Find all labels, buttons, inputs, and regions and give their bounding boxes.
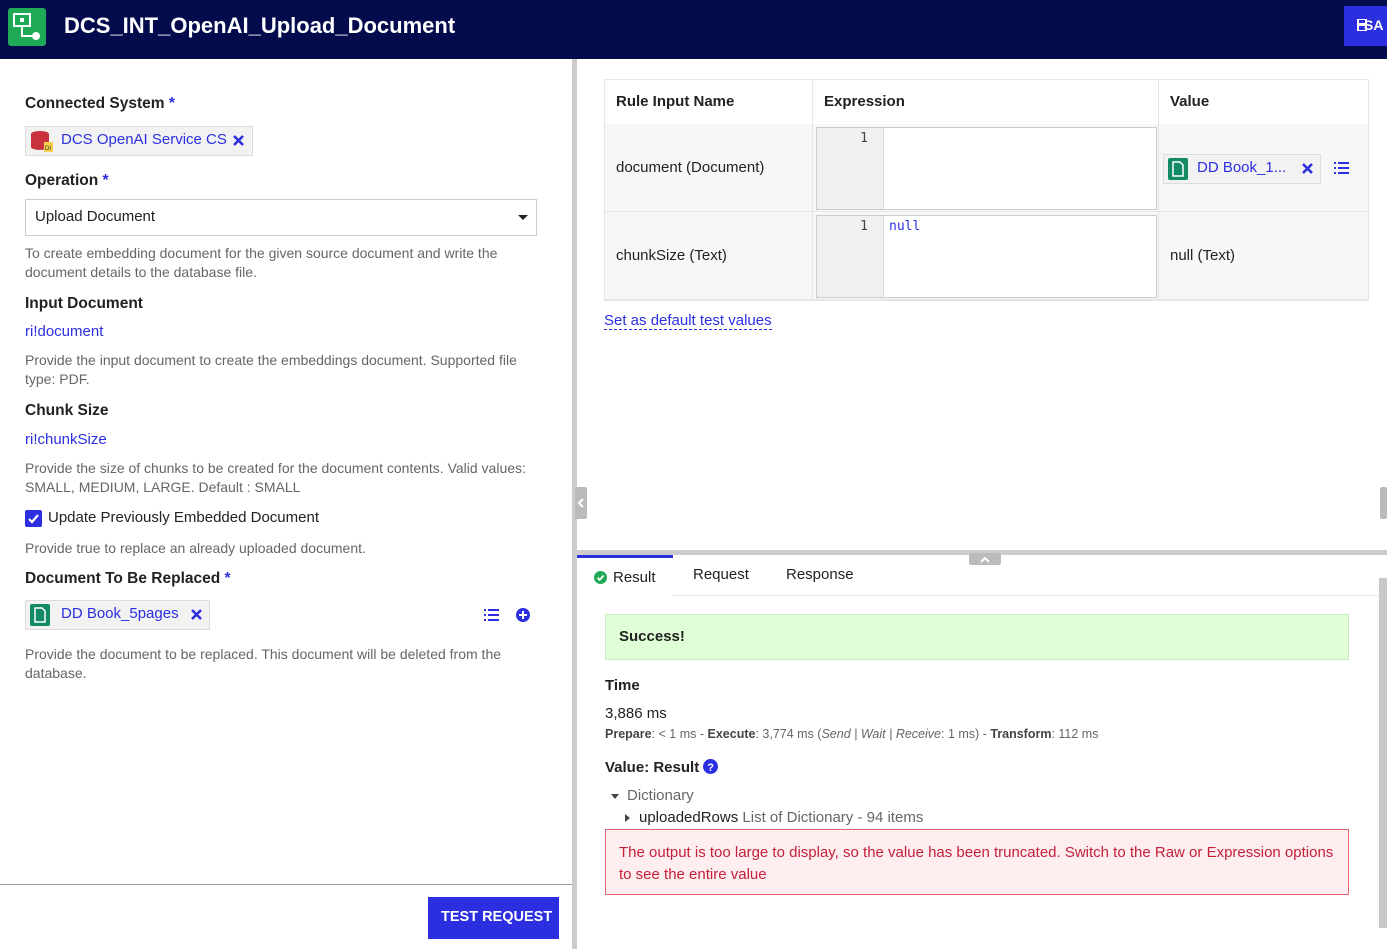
remove-icon[interactable] [1302, 163, 1313, 174]
column-header: Rule Input Name [605, 80, 813, 125]
result-tabs: Result Request Response [577, 555, 1387, 598]
input-document-link[interactable]: ri!document [25, 323, 103, 340]
set-default-test-values-link[interactable]: Set as default test values [604, 312, 772, 330]
remove-icon[interactable] [191, 609, 202, 620]
tree-child[interactable]: uploadedRows List of Dictionary - 94 ite… [625, 809, 923, 826]
success-banner: Success! [605, 614, 1349, 660]
connected-system-chip[interactable]: DI DCS OpenAI Service CS [25, 126, 253, 156]
expression-editor[interactable]: 1 [816, 127, 1157, 210]
chunk-size-description: Provide the size of chunks to be created… [25, 460, 526, 495]
input-document-description: Provide the input document to create the… [25, 352, 517, 387]
tree-root[interactable]: Dictionary [611, 787, 694, 804]
column-header: Expression [813, 80, 1159, 125]
help-icon[interactable]: ? [703, 759, 719, 774]
connected-system-label: Connected System * [25, 95, 175, 112]
save-button[interactable]: SA [1344, 6, 1387, 46]
rule-input-name: document (Document) [616, 159, 765, 176]
tab-result[interactable]: Result [577, 555, 673, 598]
table-row: document (Document) 1 DD Book_1... [605, 124, 1368, 212]
check-circle-icon [594, 571, 607, 584]
expression-code: null [889, 219, 921, 234]
column-divider [812, 80, 813, 300]
page-title: DCS_INT_OpenAI_Upload_Document [64, 13, 456, 38]
update-previous-description: Provide true to replace an already uploa… [25, 540, 366, 556]
caret-down-icon [611, 793, 619, 799]
operation-description: To create embedding document for the giv… [25, 245, 498, 280]
svg-text:DI: DI [45, 146, 51, 152]
operation-label: Operation * [25, 172, 109, 189]
svg-text:?: ? [708, 762, 715, 774]
expand-right-handle[interactable] [1380, 487, 1387, 519]
list-icon[interactable] [1334, 162, 1349, 174]
tab-request[interactable]: Request [673, 555, 769, 595]
doc-to-replace-label: Document To Be Replaced * [25, 570, 231, 587]
scrollbar[interactable] [1379, 578, 1387, 928]
arrow-left-icon [577, 498, 584, 508]
process-model-icon [8, 8, 46, 46]
doc-to-replace-description: Provide the document to be replaced. Thi… [25, 646, 502, 681]
document-icon [30, 604, 50, 626]
value-document-chip[interactable]: DD Book_1... [1163, 154, 1321, 184]
doc-to-replace-value: DD Book_5pages [61, 605, 179, 622]
document-icon [1168, 158, 1188, 180]
caret-right-icon [625, 814, 630, 823]
top-bar: DCS_INT_OpenAI_Upload_Document SA [0, 0, 1387, 59]
line-gutter: 1 [817, 128, 884, 209]
value-label: Value: Result ? [605, 759, 719, 776]
update-previous-label: Update Previously Embedded Document [48, 509, 319, 526]
test-request-button[interactable]: TEST REQUEST [428, 897, 559, 939]
line-gutter: 1 [817, 216, 884, 297]
collapse-left-handle[interactable] [575, 487, 587, 519]
table-row: chunkSize (Text) 1 null null (Text) [605, 212, 1368, 300]
database-icon: DI [31, 131, 53, 152]
rule-input-name: chunkSize (Text) [616, 247, 727, 264]
doc-to-replace-chip[interactable]: DD Book_5pages [25, 600, 210, 630]
chevron-down-icon [518, 215, 528, 220]
rule-input-value: null (Text) [1170, 247, 1236, 264]
truncation-error-banner: The output is too large to display, so t… [605, 829, 1349, 895]
rule-inputs-table: Rule Input Name Expression Value documen… [604, 79, 1369, 301]
remove-icon[interactable] [233, 135, 244, 146]
chunk-size-label: Chunk Size [25, 402, 109, 419]
column-divider [1158, 80, 1159, 300]
add-icon[interactable] [516, 608, 530, 622]
input-document-label: Input Document [25, 295, 143, 312]
time-label: Time [605, 677, 640, 694]
expression-editor[interactable]: 1 null [816, 215, 1157, 298]
left-footer: TEST REQUEST [0, 884, 572, 950]
update-previous-checkbox[interactable] [25, 510, 42, 527]
value-document-name: DD Book_1... [1197, 159, 1287, 176]
list-icon[interactable] [484, 609, 499, 621]
left-panel: Connected System * DI DCS OpenAI Service… [0, 59, 572, 949]
chunk-size-link[interactable]: ri!chunkSize [25, 431, 107, 448]
check-icon [28, 514, 39, 524]
connected-system-value: DCS OpenAI Service CS [61, 131, 227, 148]
tab-response[interactable]: Response [769, 555, 869, 595]
column-header: Value [1159, 80, 1368, 125]
save-button-label: SA [1364, 17, 1384, 33]
time-value: 3,886 ms [605, 705, 667, 722]
timing-breakdown: Prepare: < 1 ms - Execute: 3,774 ms (Sen… [605, 727, 1099, 741]
operation-value: Upload Document [35, 208, 156, 225]
operation-select[interactable]: Upload Document [25, 199, 537, 236]
